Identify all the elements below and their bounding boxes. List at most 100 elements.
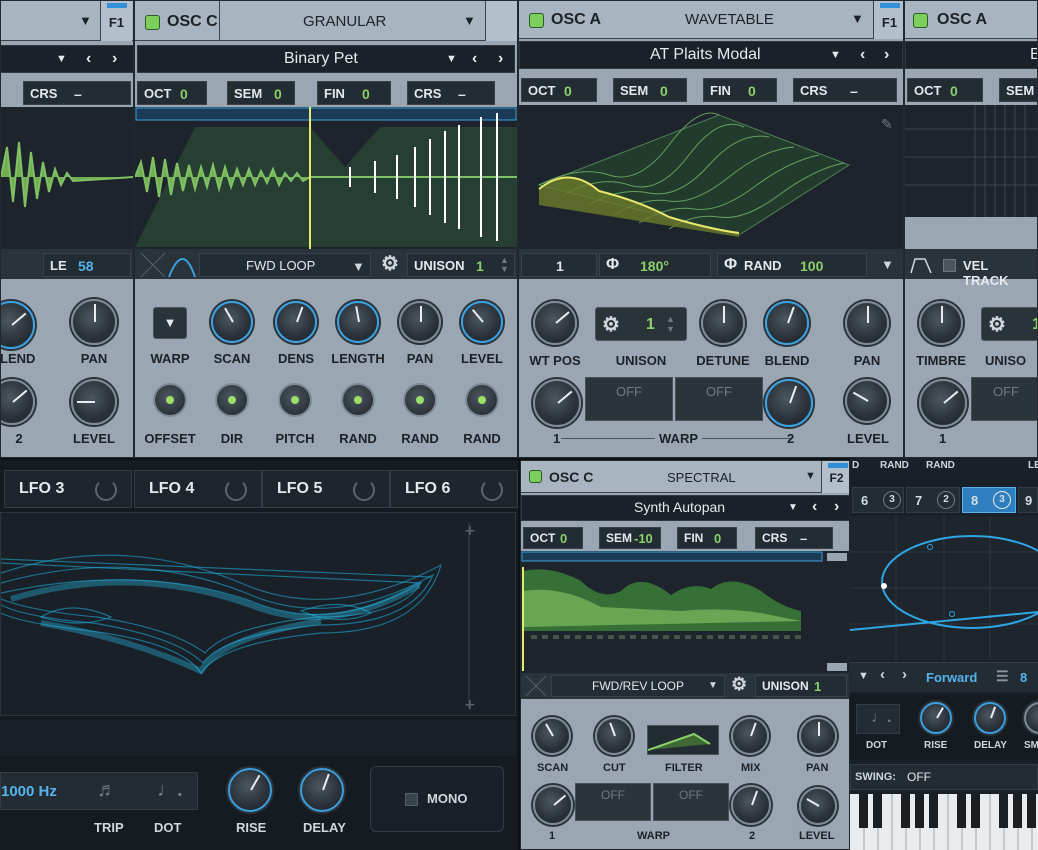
preset-dropdown-arrow[interactable]: ▼ [788, 502, 798, 513]
step-count[interactable]: 8 [1020, 670, 1027, 685]
loop-mode-dropdown[interactable]: FWD LOOP ▼ [199, 253, 371, 277]
lfo-tab-3[interactable]: LFO 3 [4, 470, 132, 508]
fin-field[interactable]: FIN 0 [703, 78, 777, 102]
lfo-tab-4[interactable]: LFO 4 [134, 470, 262, 508]
crs-field[interactable]: CRS – [23, 81, 131, 105]
frame-field[interactable]: 1 [521, 253, 597, 277]
type-dropdown-arrow[interactable]: ▼ [79, 13, 92, 28]
warp-1-mode[interactable]: OFF [971, 377, 1037, 421]
step-tab-9[interactable]: 9 [1018, 487, 1038, 513]
menu-icon[interactable]: ☰ [996, 668, 1009, 685]
sem-field[interactable]: SEM [999, 78, 1037, 102]
chevron-down-icon[interactable]: ▼ [858, 670, 869, 682]
gear-icon[interactable]: ⚙ [988, 312, 1006, 337]
lfo-tab-5[interactable]: LFO 5 [262, 470, 390, 508]
scan-knob[interactable] [211, 301, 253, 343]
gear-icon[interactable]: ⚙ [602, 312, 620, 337]
blend-knob[interactable] [1, 301, 35, 349]
prev-preset-button[interactable]: ‹ [86, 50, 91, 68]
phase-field[interactable]: Φ 180° [599, 253, 711, 277]
granular-display[interactable] [135, 107, 517, 249]
prev-preset-button[interactable]: ‹ [860, 46, 865, 64]
oct-field[interactable]: OCT 0 [137, 81, 207, 105]
pan-knob[interactable] [845, 301, 889, 345]
crs-field[interactable]: CRS – [755, 527, 833, 549]
type-dropdown-arrow[interactable]: ▼ [851, 11, 864, 26]
spectral-display[interactable] [521, 551, 849, 673]
unison-stepper[interactable]: ⚙ 1 [981, 307, 1037, 341]
fin-field[interactable]: FIN 0 [677, 527, 737, 549]
envelope-graph[interactable] [849, 516, 1038, 660]
rise-knob[interactable] [920, 702, 952, 734]
crs-field[interactable]: CRS – [793, 78, 897, 102]
preset-selector[interactable]: AT Plaits Modal ▼ ‹ › [519, 41, 903, 69]
mix-knob[interactable] [731, 717, 769, 755]
step-tab-6[interactable]: 6 3 [852, 487, 904, 513]
rand-field[interactable]: Φ RAND 100 [717, 253, 867, 277]
mono-checkbox[interactable] [405, 793, 418, 806]
cut-knob[interactable] [595, 717, 633, 755]
window-shape-icon[interactable] [525, 675, 547, 697]
level-rand-knob[interactable] [465, 383, 499, 417]
gear-icon[interactable]: ⚙ [381, 251, 399, 276]
next-button[interactable]: › [902, 666, 907, 683]
osc-type-label[interactable]: GRANULAR [303, 13, 386, 30]
warp-2-knob[interactable] [731, 785, 771, 825]
warp-1-knob[interactable] [533, 379, 581, 427]
pan-knob[interactable] [71, 299, 117, 345]
prev-preset-button[interactable]: ‹ [472, 50, 477, 68]
length-knob[interactable] [337, 301, 379, 343]
gear-icon[interactable]: ⚙ [731, 674, 747, 695]
lfo-rate-field[interactable]: 1000 Hz ♬ ♩. [0, 772, 198, 810]
osc-2-knob[interactable] [1, 379, 35, 425]
sem-field[interactable]: SEM 0 [227, 81, 295, 105]
stepper-icon[interactable]: ▲ ▼ [500, 256, 509, 274]
lfo-tab-6[interactable]: LFO 6 [390, 470, 518, 508]
delay-knob[interactable] [300, 768, 344, 812]
loop-mode-dropdown[interactable]: FWD/REV LOOP ▼ [551, 675, 725, 697]
osc-type-label[interactable]: WAVETABLE [685, 11, 774, 28]
delay-knob[interactable] [974, 702, 1006, 734]
dir-knob[interactable] [215, 383, 249, 417]
swing-bar[interactable]: SWING: OFF [850, 764, 1038, 790]
next-preset-button[interactable]: › [834, 498, 839, 516]
unison-field[interactable]: UNISON 1 [755, 675, 847, 697]
next-preset-button[interactable]: › [884, 46, 889, 64]
window-shape-icon[interactable] [139, 251, 197, 279]
wavetable-display[interactable]: ✎ [519, 105, 903, 249]
dotted-note-button[interactable]: ♩. [856, 704, 900, 734]
type-dropdown-arrow[interactable]: ▼ [463, 13, 476, 28]
pan-rand-knob[interactable] [403, 383, 437, 417]
length-rand-knob[interactable] [341, 383, 375, 417]
filter-tab-empty[interactable] [485, 1, 517, 41]
crs-field[interactable]: CRS – [407, 81, 495, 105]
warp-mode-button[interactable]: ▼ [153, 307, 187, 339]
warp-2-mode[interactable]: OFF [653, 783, 729, 821]
le-field[interactable]: LE 58 [43, 253, 131, 277]
type-dropdown-arrow[interactable]: ▼ [805, 470, 816, 482]
dotted-note-icon[interactable]: ♩. [157, 779, 183, 802]
next-preset-button[interactable]: › [112, 50, 117, 68]
warp-1-mode[interactable]: OFF [575, 783, 651, 821]
step-tab-8-selected[interactable]: 8 3 [962, 487, 1016, 513]
chevron-down-icon[interactable]: ▼ [881, 257, 894, 272]
scan-knob[interactable] [533, 717, 571, 755]
detune-knob[interactable] [701, 301, 745, 345]
envelope-shape-icon[interactable] [909, 253, 933, 275]
osc-enable-toggle[interactable] [913, 13, 928, 28]
prev-button[interactable]: ‹ [880, 666, 885, 683]
fin-field[interactable]: FIN 0 [317, 81, 391, 105]
oct-field[interactable]: OCT 0 [523, 527, 583, 549]
osc-enable-toggle[interactable] [529, 470, 542, 483]
edit-pencil-icon[interactable]: ✎ [881, 117, 893, 133]
warp-1-mode[interactable]: OFF [585, 377, 673, 421]
triplet-icon[interactable]: ♬ [97, 779, 117, 802]
osc-enable-toggle[interactable] [145, 15, 160, 30]
blend-knob[interactable] [765, 301, 809, 345]
unison-field[interactable]: UNISON 1 ▲ ▼ [407, 253, 515, 277]
pan-knob[interactable] [799, 717, 837, 755]
sem-field[interactable]: SEM -10 [599, 527, 661, 549]
step-tab-7[interactable]: 7 2 [906, 487, 960, 513]
warp-1-knob[interactable] [919, 379, 967, 427]
pan-knob[interactable] [399, 301, 441, 343]
